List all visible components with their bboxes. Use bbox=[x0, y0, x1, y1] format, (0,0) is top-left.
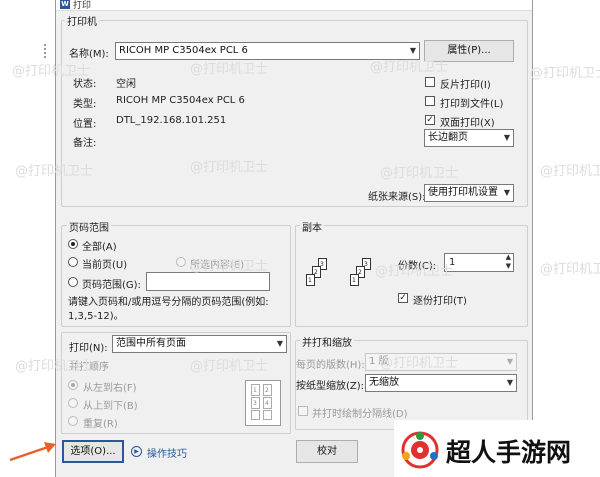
type-value: RICOH MP C3504ex PCL 6 bbox=[116, 95, 245, 106]
print-what-select[interactable]: 范围中所有页面 ▼ bbox=[112, 335, 287, 353]
duplex-label: 双面打印(X) bbox=[440, 118, 495, 129]
paper-source-value: 使用打印机设置 bbox=[428, 187, 498, 198]
spinner-arrows-icon[interactable]: ▲ ▼ bbox=[506, 253, 511, 271]
type-label: 类型: bbox=[73, 99, 97, 110]
brand-logo-icon bbox=[401, 431, 439, 469]
chevron-down-icon: ▼ bbox=[409, 46, 416, 55]
draw-lines-label: 并打时绘制分隔线(D) bbox=[312, 409, 408, 420]
repeat-radio[interactable] bbox=[68, 416, 78, 426]
paper-source-select[interactable]: 使用打印机设置 ▼ bbox=[424, 184, 514, 202]
selection-label: 所选内容(E) bbox=[190, 260, 245, 271]
pointer-arrow-icon bbox=[9, 442, 56, 462]
location-label: 位置: bbox=[73, 119, 97, 130]
top-to-bottom-radio[interactable] bbox=[68, 398, 78, 408]
window-title: 打印 bbox=[73, 1, 92, 11]
all-pages-radio[interactable] bbox=[68, 239, 78, 249]
scale-label: 按纸型缩放(Z): bbox=[296, 381, 365, 392]
play-icon: ▶ bbox=[131, 446, 142, 457]
copies-label: 副本 bbox=[300, 219, 324, 234]
drag-handle-icon bbox=[44, 44, 52, 58]
page-range-hint: 请键入页码和/或用逗号分隔的页码范围(例如: 1,3,5-12)。 bbox=[68, 297, 269, 322]
collate-illustration-icon: 3 2 1 bbox=[304, 258, 344, 300]
collate-illustration-icon: 3 2 1 bbox=[348, 258, 388, 300]
brand-logo: 超人手游网 bbox=[394, 420, 600, 477]
properties-button[interactable]: 属性(P)... bbox=[424, 40, 514, 62]
pages-per-sheet-value: 1 版 bbox=[369, 356, 389, 367]
all-pages-label: 全部(A) bbox=[82, 242, 117, 253]
chevron-down-icon: ▼ bbox=[276, 339, 283, 348]
print-order-preview-icon: 1 2 3 4 bbox=[245, 380, 281, 426]
watermark-text: @打印机卫士 bbox=[530, 66, 600, 81]
status-label: 状态: bbox=[73, 79, 97, 90]
page-range-input[interactable] bbox=[146, 272, 270, 291]
scale-select[interactable]: 无缩放 ▼ bbox=[365, 374, 517, 392]
reverse-print-label: 反片打印(I) bbox=[440, 80, 491, 91]
collate-checkbox[interactable]: ✓ bbox=[398, 293, 408, 303]
current-page-label: 当前页(U) bbox=[82, 260, 128, 271]
print-to-file-checkbox[interactable] bbox=[425, 96, 435, 106]
print-dialog: W 打印 打印机 名称(M): RICOH MP C3504ex PCL 6 ▼… bbox=[55, 0, 533, 477]
status-value: 空闲 bbox=[116, 79, 136, 90]
left-to-right-radio[interactable] bbox=[68, 380, 78, 390]
chevron-down-icon: ▼ bbox=[506, 357, 513, 366]
printer-group-label: 打印机 bbox=[65, 13, 99, 28]
page-range-label: 页码范围 bbox=[67, 219, 111, 234]
duplex-mode-value: 长边翻页 bbox=[428, 132, 468, 143]
comment-label: 备注: bbox=[73, 138, 97, 149]
brand-name: 超人手游网 bbox=[446, 438, 572, 467]
draw-lines-checkbox[interactable] bbox=[298, 406, 308, 416]
watermark-text: @打印机卫士 bbox=[540, 262, 600, 277]
duplex-checkbox[interactable]: ✓ bbox=[425, 115, 435, 125]
collate-label: 逐份打印(T) bbox=[413, 296, 467, 307]
title-bar: W 打印 bbox=[56, 0, 532, 11]
pages-per-sheet-select[interactable]: 1 版 ▼ bbox=[365, 353, 517, 371]
zoom-label: 并打和缩放 bbox=[300, 334, 354, 349]
repeat-label: 重复(R) bbox=[83, 419, 118, 430]
chevron-down-icon: ▼ bbox=[503, 188, 510, 197]
reverse-print-checkbox[interactable] bbox=[425, 77, 435, 87]
left-to-right-label: 从左到右(F) bbox=[83, 383, 137, 394]
print-order-label: 并打顺序 bbox=[69, 362, 109, 373]
word-app-icon: W bbox=[60, 0, 70, 9]
location-value: DTL_192.168.101.251 bbox=[116, 115, 227, 126]
printer-name-select[interactable]: RICOH MP C3504ex PCL 6 ▼ bbox=[115, 42, 420, 60]
page-range-radio[interactable] bbox=[68, 277, 78, 287]
selection-radio[interactable] bbox=[176, 257, 186, 267]
options-button[interactable]: 选项(O)... bbox=[62, 440, 124, 463]
print-what-label: 打印(N): bbox=[69, 343, 108, 354]
printer-name-value: RICOH MP C3504ex PCL 6 bbox=[119, 45, 248, 56]
pages-per-sheet-label: 每页的版数(H): bbox=[296, 360, 365, 371]
watermark-text: @打印机卫士 bbox=[540, 164, 600, 179]
chevron-down-icon: ▼ bbox=[506, 378, 513, 387]
copies-count-label: 份数(C): bbox=[398, 261, 437, 272]
top-to-bottom-label: 从上到下(B) bbox=[83, 401, 138, 412]
paper-source-label: 纸张来源(S): bbox=[368, 192, 426, 203]
copies-count-input[interactable]: 1 ▲ ▼ bbox=[444, 253, 514, 272]
print-what-value: 范围中所有页面 bbox=[116, 338, 186, 349]
scale-value: 无缩放 bbox=[369, 377, 399, 388]
tips-link[interactable]: 操作技巧 bbox=[147, 445, 187, 460]
print-to-file-label: 打印到文件(L) bbox=[440, 99, 504, 110]
copies-count-value: 1 bbox=[449, 257, 456, 268]
proofread-button[interactable]: 校对 bbox=[296, 440, 358, 463]
current-page-radio[interactable] bbox=[68, 257, 78, 267]
duplex-mode-select[interactable]: 长边翻页 ▼ bbox=[424, 129, 514, 147]
page-range-radio-label: 页码范围(G): bbox=[82, 280, 141, 291]
chevron-down-icon: ▼ bbox=[503, 133, 510, 142]
printer-name-label: 名称(M): bbox=[69, 49, 109, 60]
